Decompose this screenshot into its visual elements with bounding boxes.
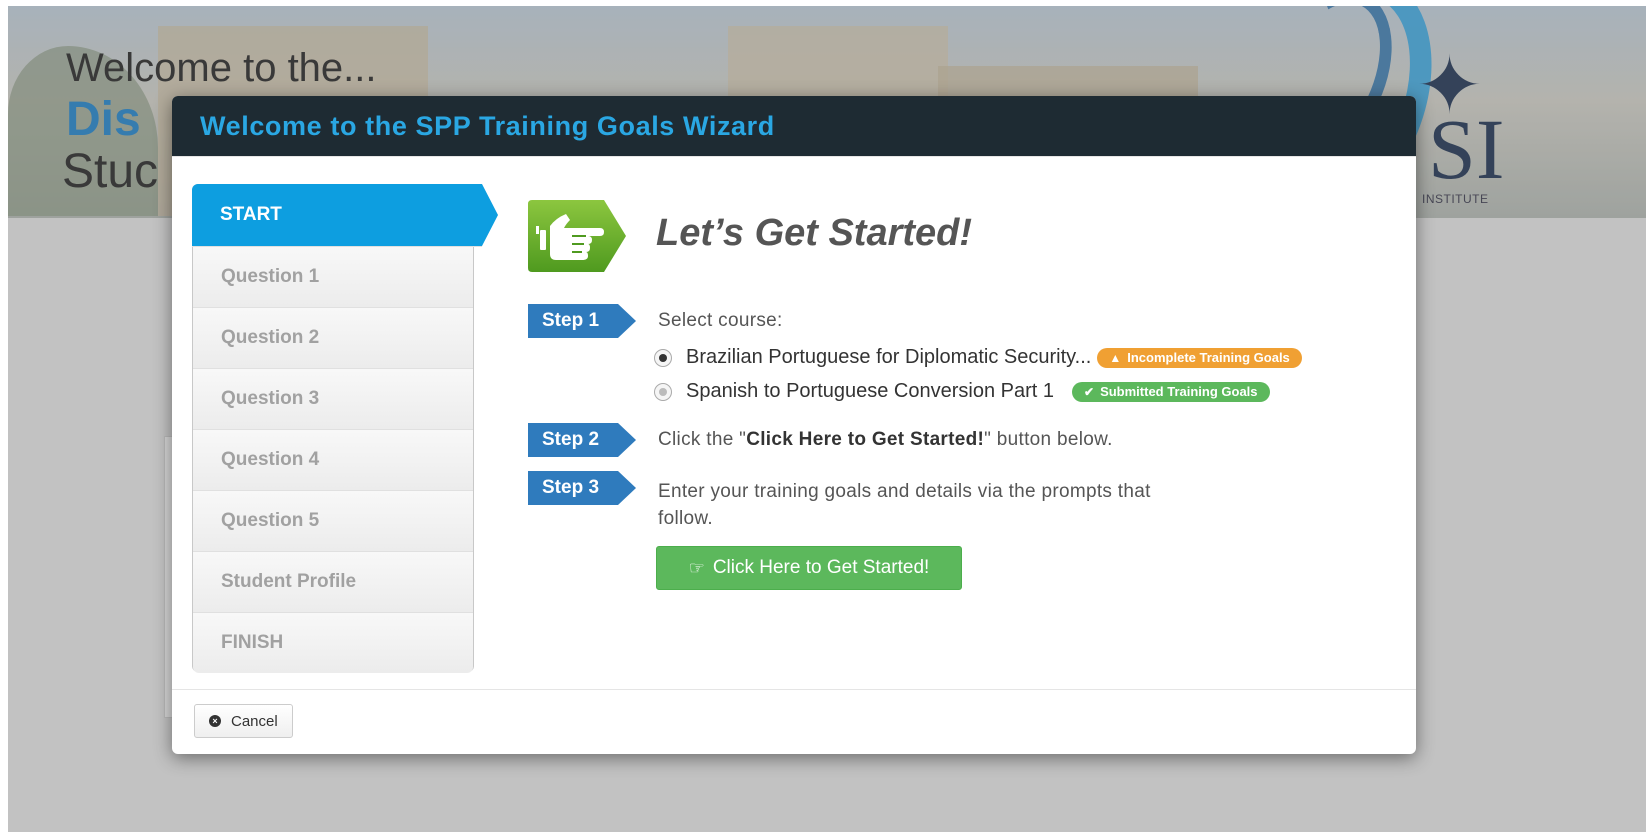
step-3-line-1: Enter your training goals and details vi…: [658, 481, 1151, 502]
step-2-prefix: Click the ": [658, 429, 747, 450]
step-question-3[interactable]: Question 3: [193, 369, 473, 430]
cancel-label: Cancel: [231, 712, 278, 730]
incomplete-status-badge: ▲ Incomplete Training Goals: [1097, 347, 1302, 368]
course-1-label: Brazilian Portuguese for Diplomatic Secu…: [686, 346, 1092, 368]
step-1-tag: Step 1: [528, 304, 636, 338]
wizard-steps-nav: START Question 1 Question 2 Question 3 Q…: [192, 184, 498, 673]
cancel-button[interactable]: × Cancel: [194, 704, 293, 738]
course-2-label: Spanish to Portuguese Conversion Part 1: [686, 380, 1054, 402]
step-question-5[interactable]: Question 5: [193, 491, 473, 552]
step-finish[interactable]: FINISH: [193, 613, 473, 673]
badge-label: Incomplete Training Goals: [1127, 350, 1290, 365]
step-question-1[interactable]: Question 1: [193, 247, 473, 308]
step-student-profile[interactable]: Student Profile: [193, 552, 473, 613]
submitted-status-badge: ✔ Submitted Training Goals: [1072, 381, 1270, 402]
modal-title: Welcome to the SPP Training Goals Wizard: [200, 110, 775, 141]
step-2-bold: Click Here to Get Started!: [746, 429, 985, 450]
step-question-2[interactable]: Question 2: [193, 308, 473, 369]
step-3-text: Enter your training goals and details vi…: [658, 478, 1151, 532]
training-goals-wizard-modal: Welcome to the SPP Training Goals Wizard…: [172, 96, 1416, 754]
pointing-hand-icon: ☞: [688, 557, 705, 578]
close-circle-icon: ×: [209, 715, 221, 727]
get-started-button[interactable]: ☞ Click Here to Get Started!: [656, 546, 962, 590]
step-1-text: Select course:: [658, 310, 783, 331]
modal-footer: × Cancel: [172, 689, 1416, 754]
pointing-hand-icon: [528, 200, 626, 272]
step-3-tag: Step 3: [528, 471, 636, 505]
step-question-4[interactable]: Question 4: [193, 430, 473, 491]
step-3-line-2: follow.: [658, 508, 713, 529]
course-option-2[interactable]: Spanish to Portuguese Conversion Part 1 …: [654, 380, 1270, 403]
step-2-text: Click the "Click Here to Get Started!" b…: [658, 429, 1113, 451]
course-2-radio[interactable]: [654, 382, 672, 401]
page-title: Let’s Get Started!: [656, 212, 973, 254]
course-option-1[interactable]: Brazilian Portuguese for Diplomatic Secu…: [654, 346, 1302, 369]
step-2-suffix: " button below.: [984, 429, 1113, 450]
get-started-label: Click Here to Get Started!: [712, 557, 930, 578]
modal-header: Welcome to the SPP Training Goals Wizard: [172, 96, 1416, 157]
step-start[interactable]: START: [192, 184, 498, 247]
badge-label: Submitted Training Goals: [1100, 384, 1258, 399]
check-icon: ✔: [1084, 384, 1095, 399]
step-2-tag: Step 2: [528, 423, 636, 457]
warning-icon: ▲: [1109, 350, 1122, 365]
course-1-radio[interactable]: [654, 348, 672, 367]
